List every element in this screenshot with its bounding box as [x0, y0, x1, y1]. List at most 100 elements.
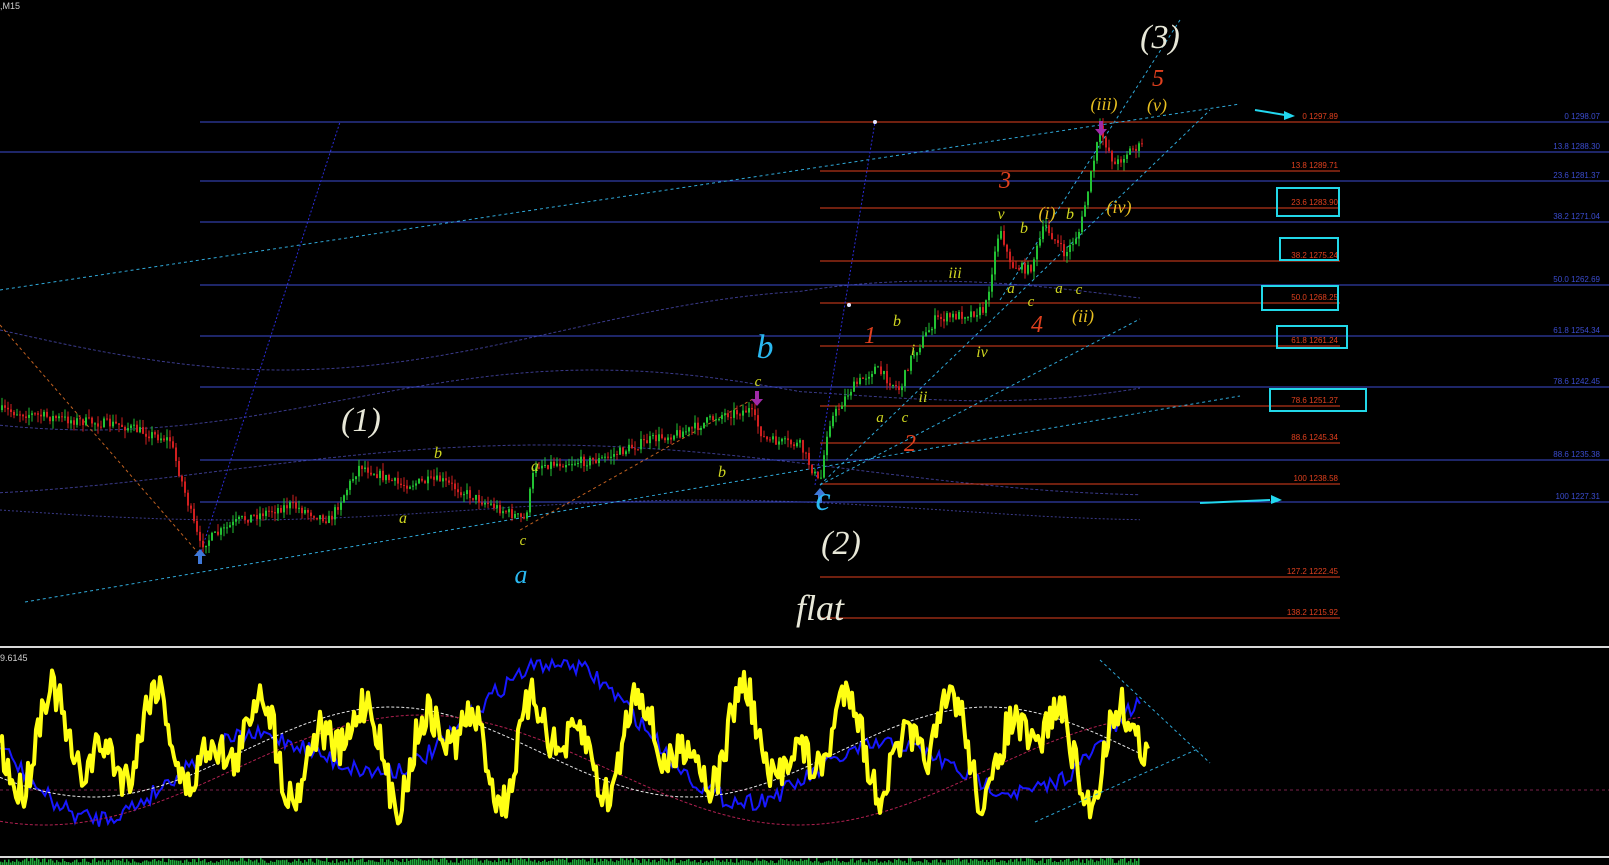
candle-body	[598, 458, 600, 464]
histogram-bar	[232, 861, 234, 865]
candle-body	[637, 449, 639, 451]
histogram-bar	[616, 860, 618, 865]
histogram-bar	[150, 861, 152, 865]
wave-label: (i)	[1039, 203, 1056, 224]
histogram-bar	[1110, 858, 1112, 865]
wave-label: b	[1020, 220, 1028, 237]
candle-body	[256, 514, 258, 520]
histogram-bar	[108, 859, 110, 865]
histogram-bar	[686, 859, 688, 865]
wave-label: (ii)	[1072, 306, 1094, 327]
histogram-bar	[858, 860, 860, 865]
candle-body	[925, 332, 927, 337]
candle-body	[229, 525, 231, 528]
candle-body	[448, 480, 450, 483]
candle-body	[799, 440, 801, 443]
histogram-bar	[832, 858, 834, 865]
histogram-bar	[298, 858, 300, 865]
histogram-bar	[324, 861, 326, 865]
histogram-bar	[978, 860, 980, 865]
candle-body	[1087, 191, 1089, 206]
histogram-bar	[828, 860, 830, 865]
candle-body	[619, 447, 621, 455]
histogram-bar	[780, 858, 782, 865]
histogram-bar	[94, 858, 96, 865]
candle-body	[886, 371, 888, 384]
candle-body	[676, 430, 678, 436]
candle-body	[856, 381, 858, 384]
histogram-bar	[578, 859, 580, 865]
candle-body	[334, 507, 336, 520]
histogram-bar	[202, 860, 204, 865]
histogram-bar	[426, 860, 428, 865]
histogram-bar	[778, 860, 780, 865]
candle-body	[1036, 245, 1038, 260]
histogram-bar	[154, 859, 156, 865]
histogram-bar	[626, 858, 628, 865]
histogram-bar	[370, 860, 372, 865]
histogram-bar	[380, 858, 382, 865]
histogram-bar	[444, 858, 446, 865]
candle-body	[355, 476, 357, 480]
candle-body	[943, 319, 945, 322]
histogram-bar	[992, 859, 994, 865]
histogram-bar	[488, 860, 490, 865]
candle-body	[892, 385, 894, 386]
candle-body	[169, 437, 171, 442]
histogram-bar	[210, 860, 212, 865]
histogram-bar	[434, 859, 436, 865]
candle-body	[682, 431, 684, 438]
histogram-bar	[368, 859, 370, 865]
candle-body	[850, 391, 852, 396]
histogram-bar	[462, 858, 464, 865]
histogram-bar	[980, 860, 982, 865]
histogram-bar	[186, 859, 188, 865]
histogram-bar	[662, 859, 664, 865]
histogram-bar	[976, 859, 978, 865]
candle-body	[277, 508, 279, 514]
histogram-bar	[714, 858, 716, 865]
histogram-bar	[1068, 858, 1070, 865]
fib-red-label: 138.2 1215.92	[1287, 608, 1339, 617]
candle-body	[751, 408, 753, 410]
histogram-bar	[864, 861, 866, 865]
candle-body	[901, 386, 903, 391]
histogram-bar	[876, 859, 878, 865]
candle-body	[283, 505, 285, 513]
histogram-bar	[430, 860, 432, 865]
histogram-bar	[544, 859, 546, 865]
histogram-bar	[498, 858, 500, 865]
candle-body	[583, 456, 585, 466]
histogram-bar	[556, 860, 558, 865]
anchor-dot	[873, 120, 877, 124]
candle-body	[34, 413, 36, 415]
candle-body	[37, 413, 39, 415]
histogram-bar	[406, 858, 408, 865]
candle-body	[55, 416, 57, 419]
candle-body	[1054, 239, 1056, 241]
candle-body	[247, 520, 249, 523]
wave-label: iv	[976, 344, 988, 361]
candle-body	[745, 410, 747, 413]
candle-body	[781, 438, 783, 442]
histogram-bar	[852, 858, 854, 865]
candle-body	[568, 464, 570, 466]
candle-body	[388, 475, 390, 481]
oscillator-pane	[0, 657, 1609, 827]
histogram-bar	[4, 859, 6, 865]
wave-label: c	[755, 374, 762, 390]
candle-body	[865, 378, 867, 380]
wave-label: b	[893, 313, 901, 330]
histogram-bar	[120, 860, 122, 865]
histogram-bar	[34, 860, 36, 865]
histogram-bar	[912, 861, 914, 865]
histogram-bar	[870, 861, 872, 865]
candle-body	[499, 505, 501, 514]
candle-body	[1018, 268, 1020, 270]
histogram-bar	[22, 860, 24, 865]
histogram-bar	[418, 858, 420, 865]
histogram-bar	[926, 860, 928, 865]
candle-body	[664, 438, 666, 441]
candle-body	[475, 495, 477, 500]
candle-body	[43, 411, 45, 417]
